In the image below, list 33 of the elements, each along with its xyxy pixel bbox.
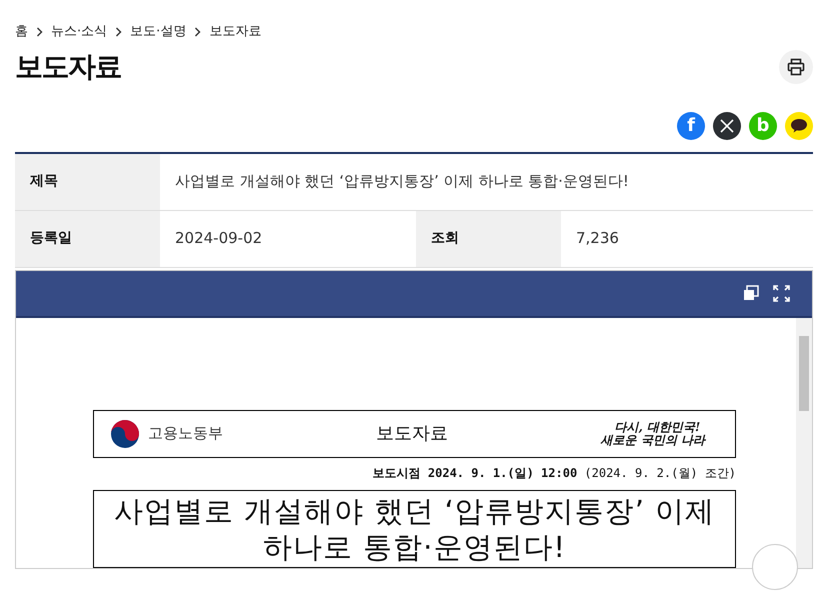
field-label: 조회	[416, 210, 561, 266]
share-button[interactable]	[713, 112, 741, 140]
breadcrumb-link[interactable]: 보도자료	[209, 22, 262, 42]
breadcrumb-link[interactable]: 홈	[15, 22, 28, 42]
window-icon	[743, 285, 759, 301]
field-value: 7,236	[575, 228, 620, 250]
page-title: 보도자료	[15, 50, 121, 84]
field-label: 제목	[15, 154, 160, 210]
print-button[interactable]	[779, 50, 813, 84]
scrollbar-thumb[interactable]	[799, 336, 809, 410]
document-type: 보도자료	[374, 422, 449, 446]
popup-button[interactable]	[743, 285, 759, 301]
share-button[interactable]: f	[677, 112, 705, 140]
field-value: 사업별로 개설해야 했던 ‘압류방지통장’ 이제 하나로 통합·운영된다!	[174, 171, 630, 192]
field-value: 2024-09-02	[174, 228, 264, 250]
breadcrumb-link[interactable]: 보도·설명	[130, 22, 186, 42]
slogan-text: 다시, 대한민국!	[614, 420, 702, 434]
fullscreen-icon	[773, 284, 790, 302]
slogan-text: 새로운 국민의 나라	[600, 434, 705, 446]
emblem-icon	[110, 418, 140, 448]
fullscreen-button[interactable]	[773, 284, 790, 302]
release-time: 보도시점 2024. 9. 1.(일) 12:00 (2024. 9. 2.(월) 조간)	[372, 464, 736, 482]
field-label: 등록일	[15, 210, 160, 266]
printer-icon	[787, 58, 805, 76]
chevron-icon	[36, 26, 43, 37]
chevron-icon	[115, 26, 122, 37]
share-button[interactable]	[785, 112, 813, 140]
document-headline: 사업별로 개설해야 했던 ‘압류방지통장’ 이제 하나로 통합·운영된다!	[93, 490, 736, 568]
breadcrumb-link[interactable]: 뉴스·소식	[51, 22, 108, 42]
speech-bubble-icon	[790, 118, 808, 133]
x-icon	[720, 118, 734, 132]
ministry-name: 고용노동부	[148, 423, 223, 444]
chevron-icon	[194, 26, 202, 37]
